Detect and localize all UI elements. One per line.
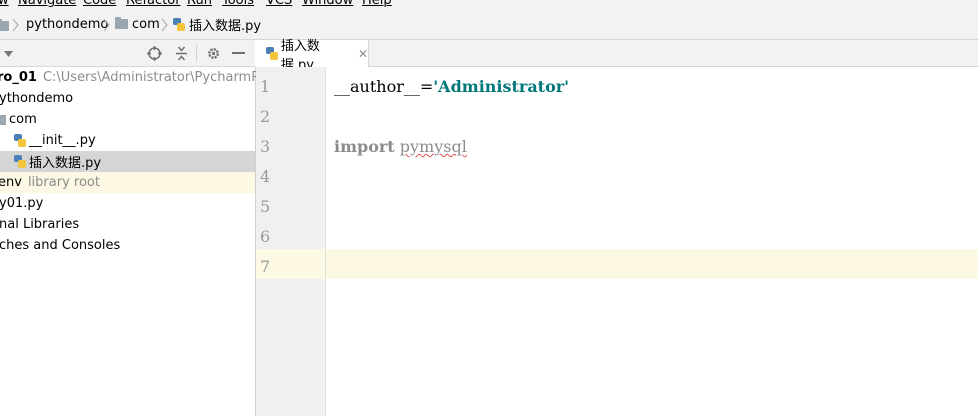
tree-item-pythondemo[interactable]: ythondemo	[0, 88, 255, 109]
tree-item-label: 插入数据.py	[29, 156, 102, 171]
breadcrumb-file[interactable]: 插入数据.py	[173, 15, 262, 34]
folder-icon	[115, 17, 128, 29]
line-number: 3	[260, 137, 271, 156]
tab-insert-data[interactable]: 插入数据.py ✕	[256, 39, 369, 73]
tree-item-scratches[interactable]: ches and Consoles	[0, 235, 255, 256]
tree-item-path: C:\Users\Administrator\PycharmProjec	[42, 70, 291, 85]
menu-view[interactable]: w	[0, 0, 9, 8]
assign-operator: =	[419, 77, 434, 96]
python-file-icon	[14, 134, 26, 147]
author-variable: __author__	[334, 77, 420, 96]
module-name: pymysql	[399, 137, 467, 156]
line-number: 6	[260, 227, 271, 246]
tree-item-com[interactable]: com	[0, 109, 255, 130]
tree-item-label: env	[0, 175, 22, 190]
line-number-gutter: 1 2 3 4 5 6 7	[256, 67, 326, 416]
code-line-1: __author__='Administrator'	[334, 77, 569, 96]
chevron-right-icon	[103, 18, 110, 32]
breadcrumb-label: com	[132, 16, 160, 32]
python-file-icon	[266, 47, 278, 60]
folder-icon	[0, 19, 9, 31]
locate-icon[interactable]	[147, 46, 162, 61]
python-file-icon	[14, 155, 26, 168]
code-editor[interactable]: __author__='Administrator' import pymysq…	[326, 67, 978, 416]
line-number: 5	[260, 197, 271, 216]
chevron-right-icon	[12, 18, 19, 32]
breadcrumb-label: pythondemo	[26, 16, 109, 32]
dropdown-arrow-icon[interactable]	[4, 51, 13, 57]
tree-item-label: com	[9, 112, 37, 127]
string-literal: 'Administrator'	[433, 77, 570, 96]
line-number: 2	[260, 107, 271, 126]
project-tree: ro_01 C:\Users\Administrator\PycharmProj…	[0, 67, 291, 416]
code-line-3: import pymysql	[334, 137, 467, 156]
tree-item-venv[interactable]: env library root	[0, 172, 255, 193]
toolbar-divider	[196, 45, 197, 61]
close-icon[interactable]: ✕	[358, 47, 368, 61]
editor-tabs: 插入数据.py ✕	[256, 39, 978, 73]
gear-icon[interactable]	[206, 46, 221, 61]
chevron-right-icon	[161, 18, 168, 32]
tree-item-py01[interactable]: y01.py	[0, 193, 255, 214]
menu-bar: w Navigate Code Refactor Run Tools VCS W…	[0, 0, 978, 8]
tree-item-project-root[interactable]: ro_01 C:\Users\Administrator\PycharmProj…	[0, 67, 291, 88]
tree-item-init[interactable]: __init__.py	[0, 130, 255, 151]
tree-item-label: y01.py	[0, 196, 44, 211]
menu-navigate[interactable]: Navigate	[18, 0, 76, 8]
breadcrumb: pythondemo com 插入数据.py	[0, 8, 978, 40]
import-keyword: import	[334, 137, 395, 156]
tree-item-insert-data[interactable]: 插入数据.py	[0, 151, 255, 172]
line-number: 7	[260, 257, 271, 276]
line-number: 1	[260, 77, 271, 96]
menu-code[interactable]: Code	[83, 0, 116, 8]
folder-icon	[0, 114, 6, 125]
tree-item-external-libraries[interactable]: nal Libraries	[0, 214, 255, 235]
project-toolbar	[0, 40, 255, 67]
menu-run[interactable]: Run	[187, 0, 212, 8]
python-file-icon	[173, 17, 185, 31]
menu-help[interactable]: Help	[362, 0, 392, 8]
menu-refactor[interactable]: Refactor	[126, 0, 181, 8]
tree-item-label: ythondemo	[0, 91, 74, 106]
menu-window[interactable]: Window	[302, 0, 353, 8]
breadcrumb-com[interactable]: com	[115, 15, 160, 33]
tree-item-hint: library root	[27, 175, 100, 190]
breadcrumb-pythondemo[interactable]: pythondemo	[24, 15, 108, 33]
line-number: 4	[260, 167, 271, 186]
tree-item-label: __init__.py	[29, 133, 96, 148]
menu-vcs[interactable]: VCS	[266, 0, 292, 8]
collapse-all-icon[interactable]	[174, 46, 189, 61]
current-line-highlight	[326, 249, 978, 279]
tree-item-label: ro_01	[0, 70, 37, 85]
tree-item-label: ches and Consoles	[0, 238, 121, 253]
minimize-icon[interactable]	[232, 52, 245, 55]
tree-item-label: nal Libraries	[0, 217, 80, 232]
menu-tools[interactable]: Tools	[222, 0, 254, 8]
breadcrumb-label: 插入数据.py	[189, 18, 262, 34]
